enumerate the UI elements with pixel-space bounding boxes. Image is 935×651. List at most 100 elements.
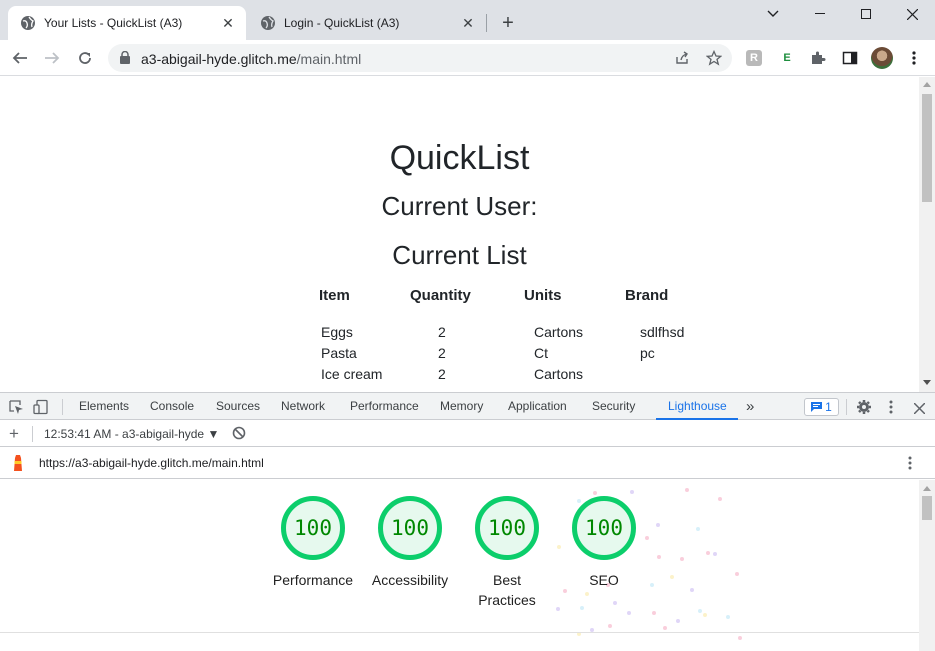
lighthouse-logo-icon (11, 454, 25, 475)
confetti-dot (670, 575, 674, 579)
reload-button[interactable] (71, 44, 99, 72)
confetti-dot (713, 552, 717, 556)
score-value: 100 (378, 496, 442, 560)
settings-gear-icon[interactable] (856, 399, 872, 420)
browser-tab-your-lists[interactable]: Your Lists - QuickList (A3) ✕ (8, 6, 246, 40)
confetti-dot (696, 527, 700, 531)
new-tab-button[interactable]: + (496, 11, 520, 35)
page-scrollbar-thumb[interactable] (922, 94, 932, 202)
bookmark-star-icon[interactable] (705, 49, 723, 66)
confetti-dot (706, 551, 710, 555)
current-user-heading: Current User: (381, 191, 538, 221)
more-tabs-chevron-icon[interactable]: » (746, 393, 754, 420)
report-select-value: 12:53:41 AM - a3-abigail-hyde (44, 427, 205, 441)
devtools-tab-sources[interactable]: Sources (216, 393, 260, 420)
devtools-tab-application[interactable]: Application (508, 393, 567, 420)
scroll-down-arrow-icon[interactable] (923, 380, 931, 386)
score-gauge-accessibility[interactable]: 100 Accessibility (360, 496, 460, 590)
report-menu-icon[interactable] (908, 456, 912, 473)
score-gauge-performance[interactable]: 100 Performance (263, 496, 363, 590)
toolbar-divider (32, 426, 33, 442)
column-header-quantity: Quantity (410, 287, 471, 304)
extension-e-icon[interactable]: E (779, 50, 795, 66)
tab-strip: Your Lists - QuickList (A3) ✕ Login - Qu… (0, 0, 935, 40)
issues-count: 1 (825, 400, 832, 414)
confetti-dot (726, 615, 730, 619)
page-scrollbar[interactable] (919, 77, 935, 392)
close-icon[interactable]: ✕ (218, 13, 238, 33)
window-close-button[interactable] (889, 0, 935, 28)
cell-item: Pasta (321, 345, 357, 361)
tab-search-chevron-icon[interactable] (750, 0, 796, 28)
report-url-bar: https://a3-abigail-hyde.glitch.me/main.h… (0, 447, 935, 479)
url-host: a3-abigail-hyde.glitch.me (141, 51, 297, 67)
message-icon (811, 402, 823, 412)
devtools-tab-console[interactable]: Console (150, 393, 194, 420)
confetti-dot (663, 626, 667, 630)
devtools-tab-network[interactable]: Network (281, 393, 325, 420)
forward-button[interactable] (38, 44, 66, 72)
devtools-menu-icon[interactable] (889, 400, 893, 419)
score-label: Accessibility (371, 572, 449, 588)
close-devtools-icon[interactable] (913, 401, 926, 419)
cell-quantity: 2 (438, 324, 446, 340)
report-url[interactable]: https://a3-abigail-hyde.glitch.me/main.h… (39, 456, 264, 470)
report-select[interactable]: 12:53:41 AM - a3-abigail-hyde ▼ (44, 427, 219, 441)
cell-item: Eggs (321, 324, 353, 340)
scroll-up-arrow-icon[interactable] (923, 485, 931, 491)
confetti-dot (690, 588, 694, 592)
lighthouse-report: 100 Performance 100 Accessibility 100 Be… (0, 480, 919, 651)
devtools-tab-performance[interactable]: Performance (350, 393, 419, 420)
confetti-dot (685, 488, 689, 492)
tab-title: Login - QuickList (A3) (284, 16, 400, 30)
minimize-button[interactable] (797, 0, 843, 28)
browser-tab-login[interactable]: Login - QuickList (A3) ✕ (248, 6, 486, 40)
side-panel-icon[interactable] (842, 50, 858, 66)
share-icon[interactable] (674, 50, 690, 66)
extension-r-icon[interactable]: R (746, 50, 762, 66)
score-gauge-best-practices[interactable]: 100 Best Practices (457, 496, 557, 610)
report-divider (0, 632, 919, 633)
scroll-up-arrow-icon[interactable] (923, 81, 931, 87)
maximize-button[interactable] (843, 0, 889, 28)
devtools-tab-security[interactable]: Security (592, 393, 635, 420)
cell-units: Cartons (534, 324, 584, 340)
close-icon[interactable]: ✕ (458, 13, 478, 33)
device-toolbar-icon[interactable] (33, 399, 49, 420)
confetti-dot (657, 555, 661, 559)
confetti-dot (630, 490, 634, 494)
issues-badge[interactable]: 1 (804, 398, 839, 416)
confetti-dot (593, 491, 597, 495)
lighthouse-toolbar: + 12:53:41 AM - a3-abigail-hyde ▼ (0, 420, 935, 447)
report-scrollbar-thumb[interactable] (922, 496, 932, 520)
devtools-tab-memory[interactable]: Memory (440, 393, 483, 420)
score-value: 100 (281, 496, 345, 560)
page-viewport: QuickList Current User: Current List Ite… (0, 77, 919, 392)
cell-brand: sdlfhsd (640, 324, 685, 340)
confetti-dot (718, 497, 722, 501)
kebab-menu-icon[interactable] (906, 50, 922, 66)
confetti-dot (585, 592, 589, 596)
score-label: Performance (272, 572, 354, 588)
profile-avatar[interactable] (871, 47, 893, 69)
score-label: Best Practices (478, 572, 536, 608)
cell-units: Ct (534, 345, 548, 361)
current-list-heading: Current List (392, 240, 527, 270)
clear-all-icon[interactable] (232, 426, 246, 443)
new-report-button[interactable]: + (9, 424, 19, 444)
tab-title: Your Lists - QuickList (A3) (44, 16, 183, 30)
page-title: QuickList (389, 139, 530, 177)
address-bar[interactable]: a3-abigail-hyde.glitch.me/main.html (108, 44, 732, 72)
column-header-units: Units (524, 287, 562, 304)
score-gauge-seo[interactable]: 100 SEO (554, 496, 654, 590)
browser-toolbar: a3-abigail-hyde.glitch.me/main.html R E (0, 40, 935, 76)
back-button[interactable] (6, 44, 34, 72)
lock-icon[interactable] (120, 50, 130, 69)
inspect-element-icon[interactable] (8, 399, 24, 420)
extensions-puzzle-icon[interactable] (810, 50, 826, 66)
devtools-tab-elements[interactable]: Elements (79, 393, 129, 420)
globe-icon (20, 15, 36, 31)
report-scrollbar[interactable] (919, 480, 935, 651)
confetti-dot (613, 601, 617, 605)
devtools-tab-lighthouse[interactable]: Lighthouse (668, 393, 727, 420)
